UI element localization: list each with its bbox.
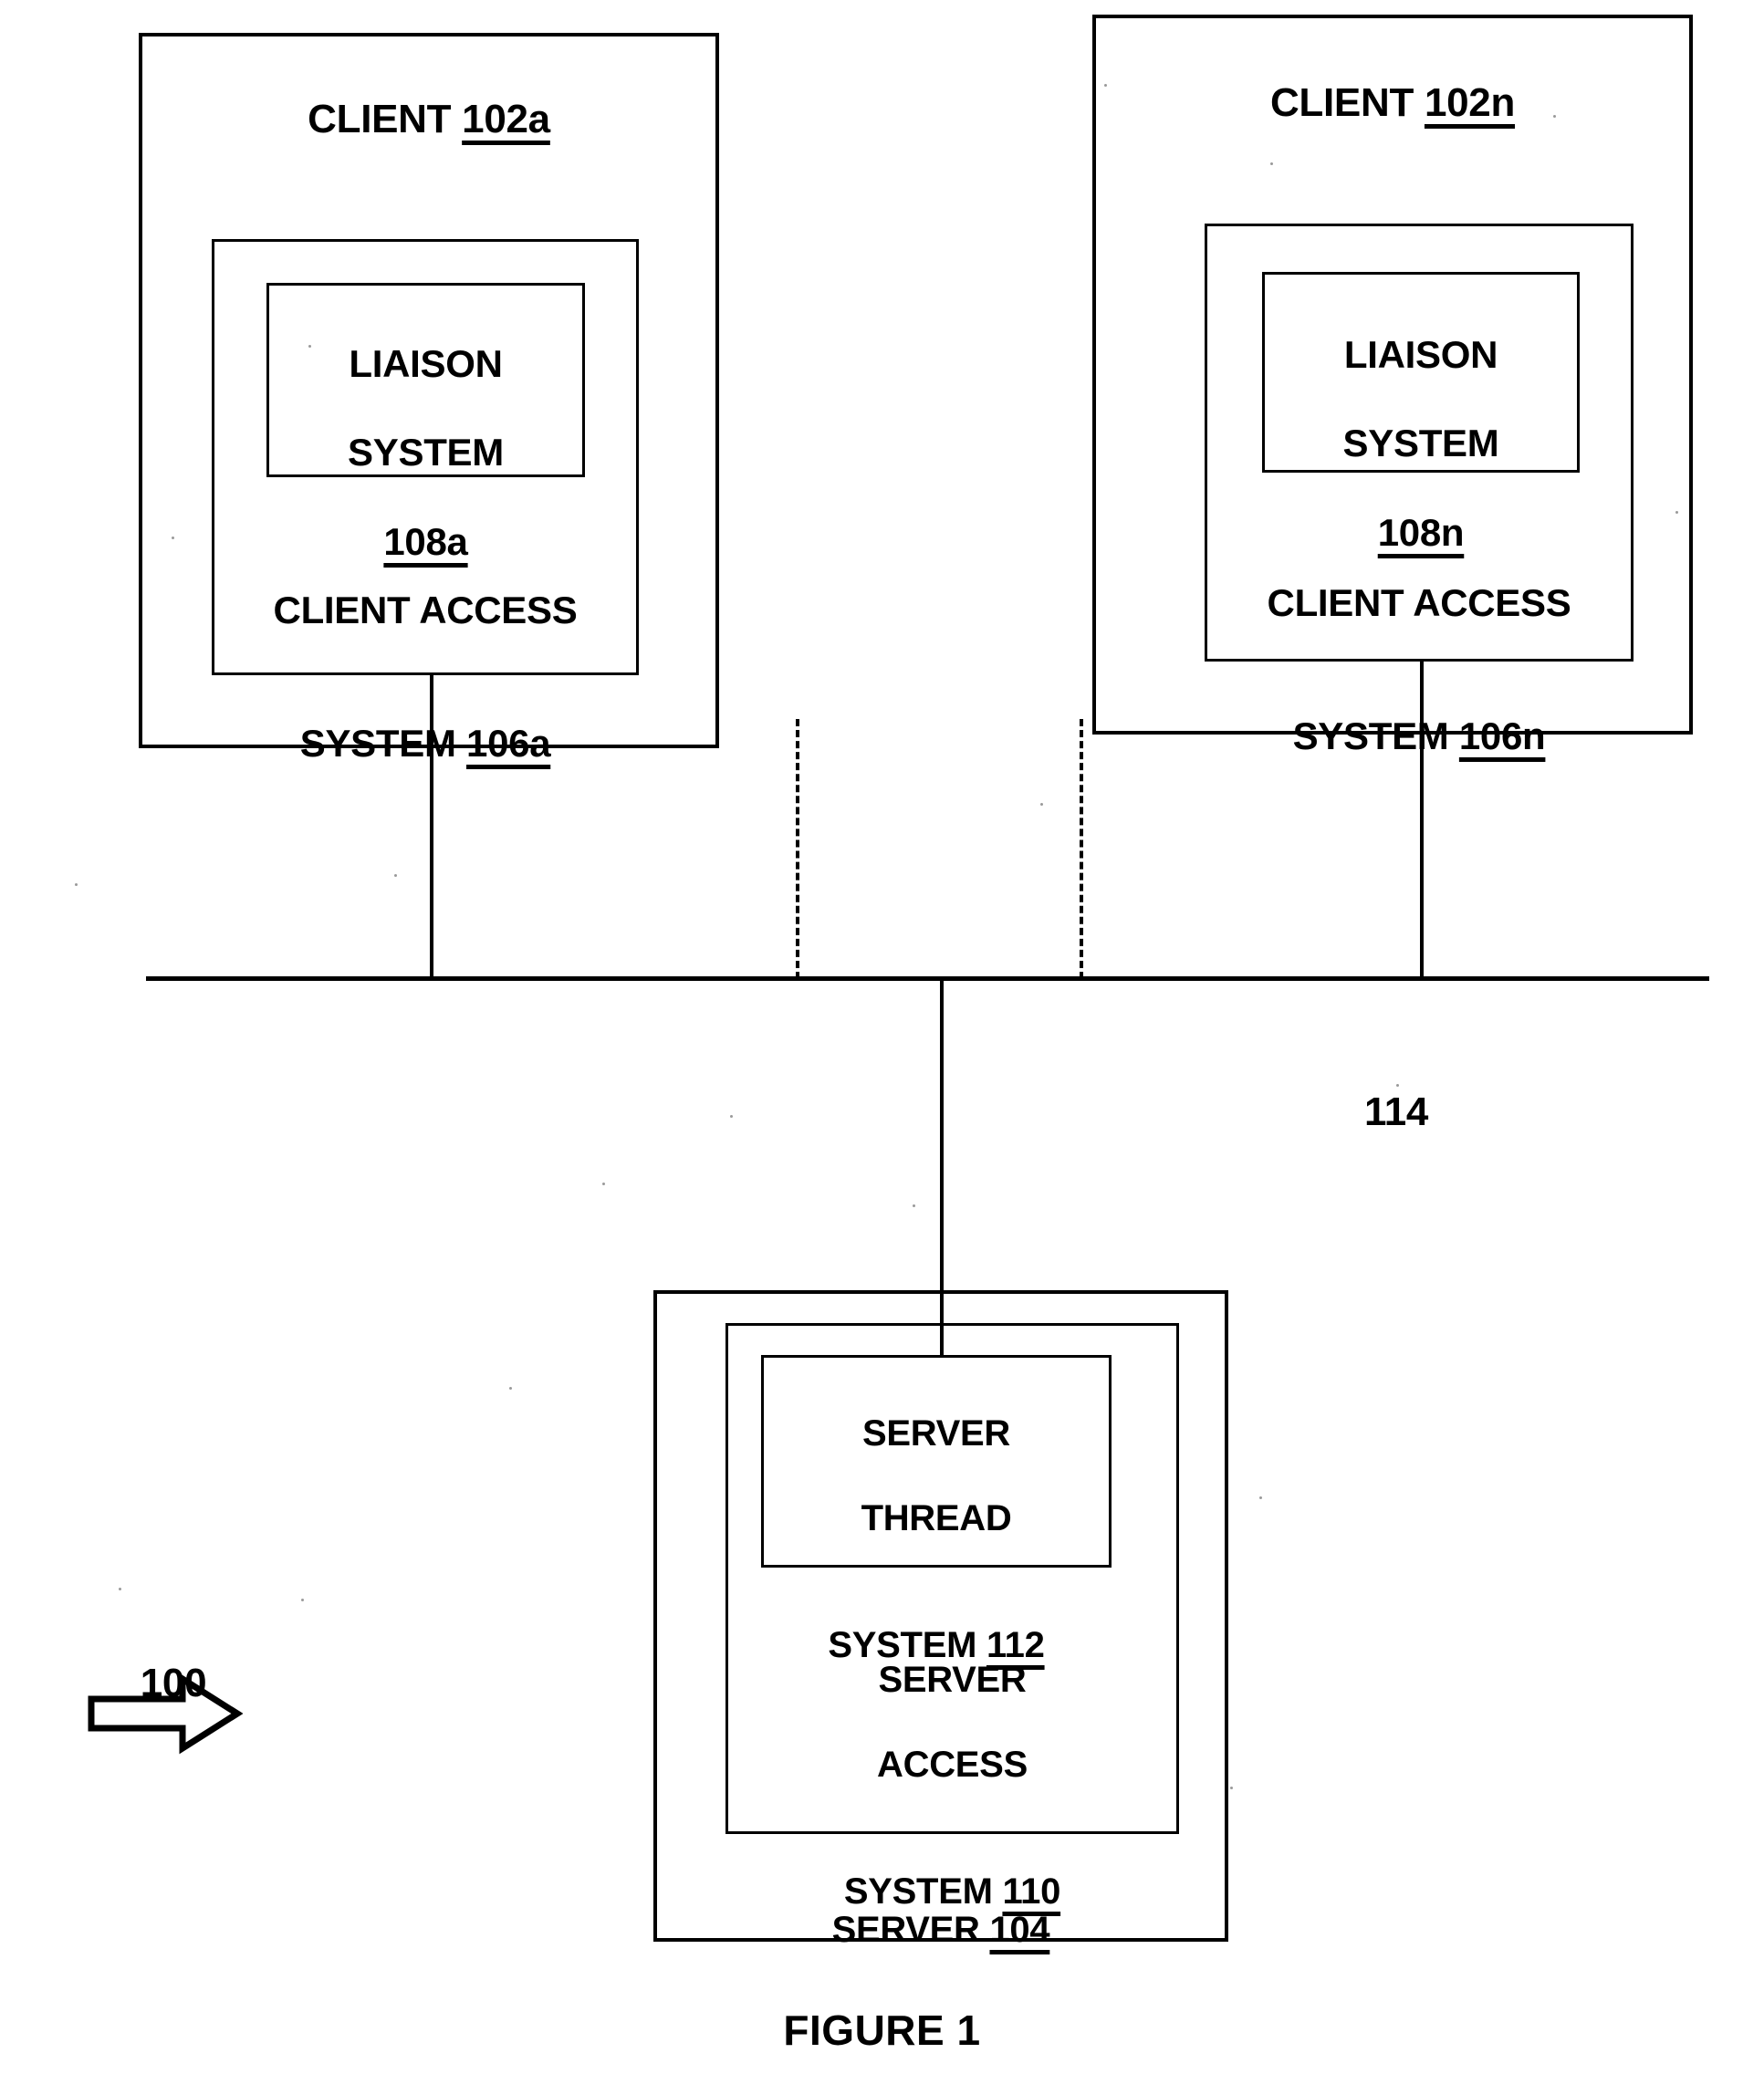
server-104-ref: 104	[989, 1910, 1050, 1951]
liaison-system-108a-line1: LIAISON	[349, 341, 503, 385]
server-thread-system-112-line2: THREAD	[861, 1498, 1012, 1539]
scan-speckle	[75, 883, 78, 886]
figure-caption-text: FIGURE 1	[783, 2006, 981, 2054]
network-bus-ref: 114	[1363, 1089, 1429, 1135]
scan-speckle	[602, 1183, 605, 1185]
connector-client-102n-to-bus	[1420, 662, 1424, 979]
client-102n-title: CLIENT 102n	[1092, 33, 1693, 126]
client-102n-title-text: CLIENT	[1269, 80, 1414, 126]
server-thread-system-112-line1: SERVER	[862, 1413, 1010, 1454]
scan-speckle	[1230, 1787, 1233, 1789]
client-access-system-106n-line2: SYSTEM	[1292, 714, 1449, 757]
system-ref-arrow-icon	[88, 1672, 243, 1756]
figure-caption: FIGURE 1	[0, 2006, 1764, 2055]
scan-speckle	[1040, 803, 1043, 806]
client-access-system-106a-ref: 106a	[466, 721, 551, 765]
client-access-system-106n-line2-wrap: SYSTEM 106n	[1205, 670, 1634, 758]
client-access-system-106a-line2-wrap: SYSTEM 106a	[212, 677, 639, 766]
ellipsis-dashed-connector-right	[1080, 719, 1083, 979]
network-bus-label-114: 114	[1305, 1042, 1487, 1135]
liaison-system-108n-line1: LIAISON	[1343, 332, 1498, 376]
client-access-system-106a-line1: CLIENT ACCESS	[273, 588, 578, 631]
client-102a-ref: 102a	[462, 97, 550, 142]
scan-speckle	[509, 1387, 512, 1390]
client-access-system-106n-ref: 106n	[1458, 714, 1546, 757]
patent-figure-1: CLIENT 102a LIAISON SYSTEM 108a CLIENT A…	[0, 0, 1764, 2074]
client-access-system-106n-label: CLIENT ACCESS SYSTEM 106n	[1205, 537, 1634, 803]
server-104-title: SERVER 104	[653, 1867, 1228, 1952]
connector-client-102a-to-bus	[430, 675, 433, 979]
network-bus-line-114	[146, 976, 1709, 981]
client-102a-title: CLIENT 102a	[139, 49, 719, 142]
scan-speckle	[301, 1599, 304, 1601]
scan-speckle	[913, 1204, 915, 1207]
server-104-title-text: SERVER	[831, 1910, 980, 1951]
server-access-system-110-line2: ACCESS	[877, 1745, 1028, 1786]
server-access-system-110-line1: SERVER	[878, 1660, 1027, 1701]
liaison-system-108a-line2: SYSTEM	[348, 431, 504, 474]
client-access-system-106n-line1: CLIENT ACCESS	[1267, 580, 1571, 624]
scan-speckle	[119, 1588, 121, 1590]
scan-speckle	[730, 1115, 733, 1118]
client-access-system-106a-label: CLIENT ACCESS SYSTEM 106a	[212, 544, 639, 810]
scan-speckle	[394, 874, 397, 877]
client-102n-ref: 102n	[1424, 80, 1516, 126]
liaison-system-108n-line2: SYSTEM	[1342, 422, 1499, 465]
ellipsis-dashed-connector-left	[796, 719, 799, 979]
client-102a-title-text: CLIENT	[308, 97, 452, 142]
scan-speckle	[1259, 1496, 1262, 1499]
